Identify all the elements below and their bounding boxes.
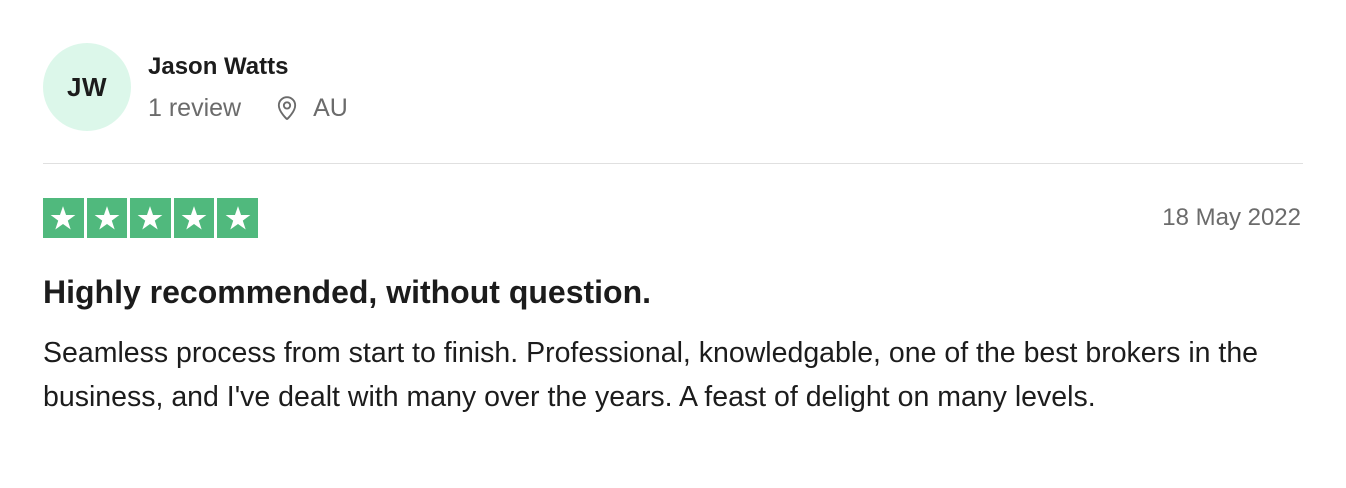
star-icon	[43, 198, 84, 238]
avatar-initials: JW	[67, 71, 107, 102]
star-icon	[130, 198, 171, 238]
review-date: 18 May 2022	[1162, 204, 1301, 231]
star-icon	[217, 198, 258, 238]
avatar[interactable]: JW	[43, 43, 131, 131]
consumer-header: JW Jason Watts 1 review AU	[43, 43, 348, 131]
review-card: JW Jason Watts 1 review AU 18 May 2022 H…	[43, 0, 1303, 488]
review-title[interactable]: Highly recommended, without question.	[43, 272, 651, 312]
review-count: 1 review	[148, 93, 242, 122]
review-body: Seamless process from start to finish. P…	[43, 337, 1259, 413]
header-divider	[43, 163, 1303, 164]
consumer-meta: 1 review AU	[148, 93, 348, 123]
star-icon	[86, 198, 128, 238]
consumer-location: AU	[273, 93, 348, 123]
consumer-name-link[interactable]: Jason Watts	[148, 52, 348, 82]
location-pin-icon	[273, 94, 301, 122]
star-icon	[173, 198, 215, 238]
consumer-info: Jason Watts 1 review AU	[148, 52, 348, 123]
star-rating	[43, 198, 258, 238]
location-label: AU	[313, 93, 348, 122]
